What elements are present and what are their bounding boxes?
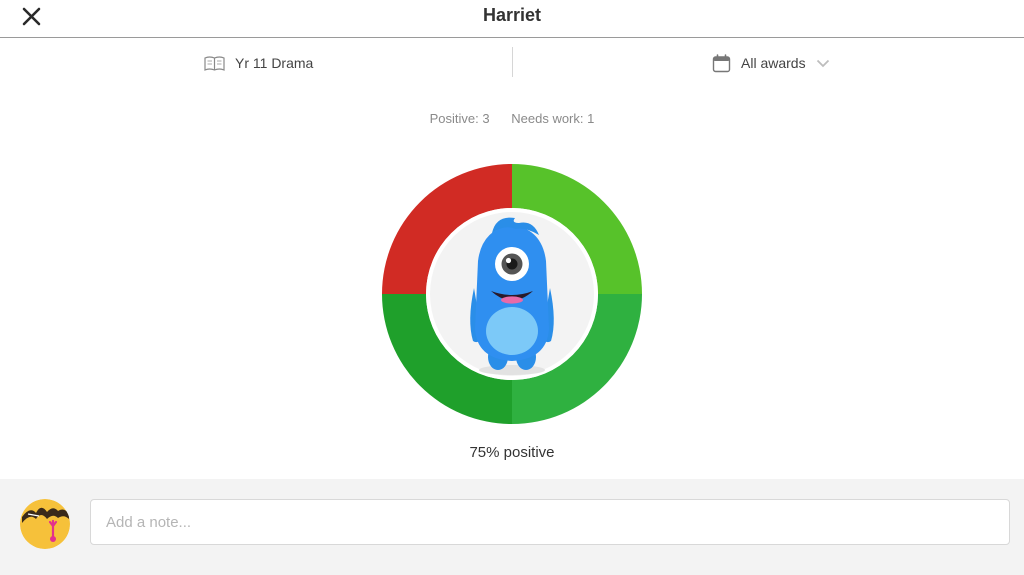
teacher-avatar[interactable]: [20, 499, 70, 549]
needs-work-count: Needs work: 1: [511, 111, 595, 126]
avatar-image: [20, 499, 70, 549]
filter-divider: [512, 47, 513, 77]
chevron-down-icon: [816, 59, 829, 67]
points-donut-chart: [382, 164, 642, 424]
positive-count: Positive: 3: [429, 111, 490, 126]
percent-positive: 75% positive: [469, 444, 555, 461]
top-bar: Harriet: [0, 0, 1024, 38]
class-selector[interactable]: Yr 11 Drama: [204, 52, 313, 74]
calendar-icon: [712, 53, 731, 72]
award-counts: Positive: 3 Needs work: 1: [0, 111, 1024, 126]
add-note-input[interactable]: [90, 499, 1010, 545]
class-label: Yr 11 Drama: [235, 55, 314, 71]
awards-filter-dropdown[interactable]: All awards: [712, 52, 830, 74]
awards-label: All awards: [741, 55, 806, 71]
note-bar: [0, 479, 1024, 575]
filter-bar: Yr 11 Drama All awards: [0, 38, 1024, 86]
page-title: Harriet: [482, 5, 542, 25]
book-icon: [204, 55, 225, 71]
